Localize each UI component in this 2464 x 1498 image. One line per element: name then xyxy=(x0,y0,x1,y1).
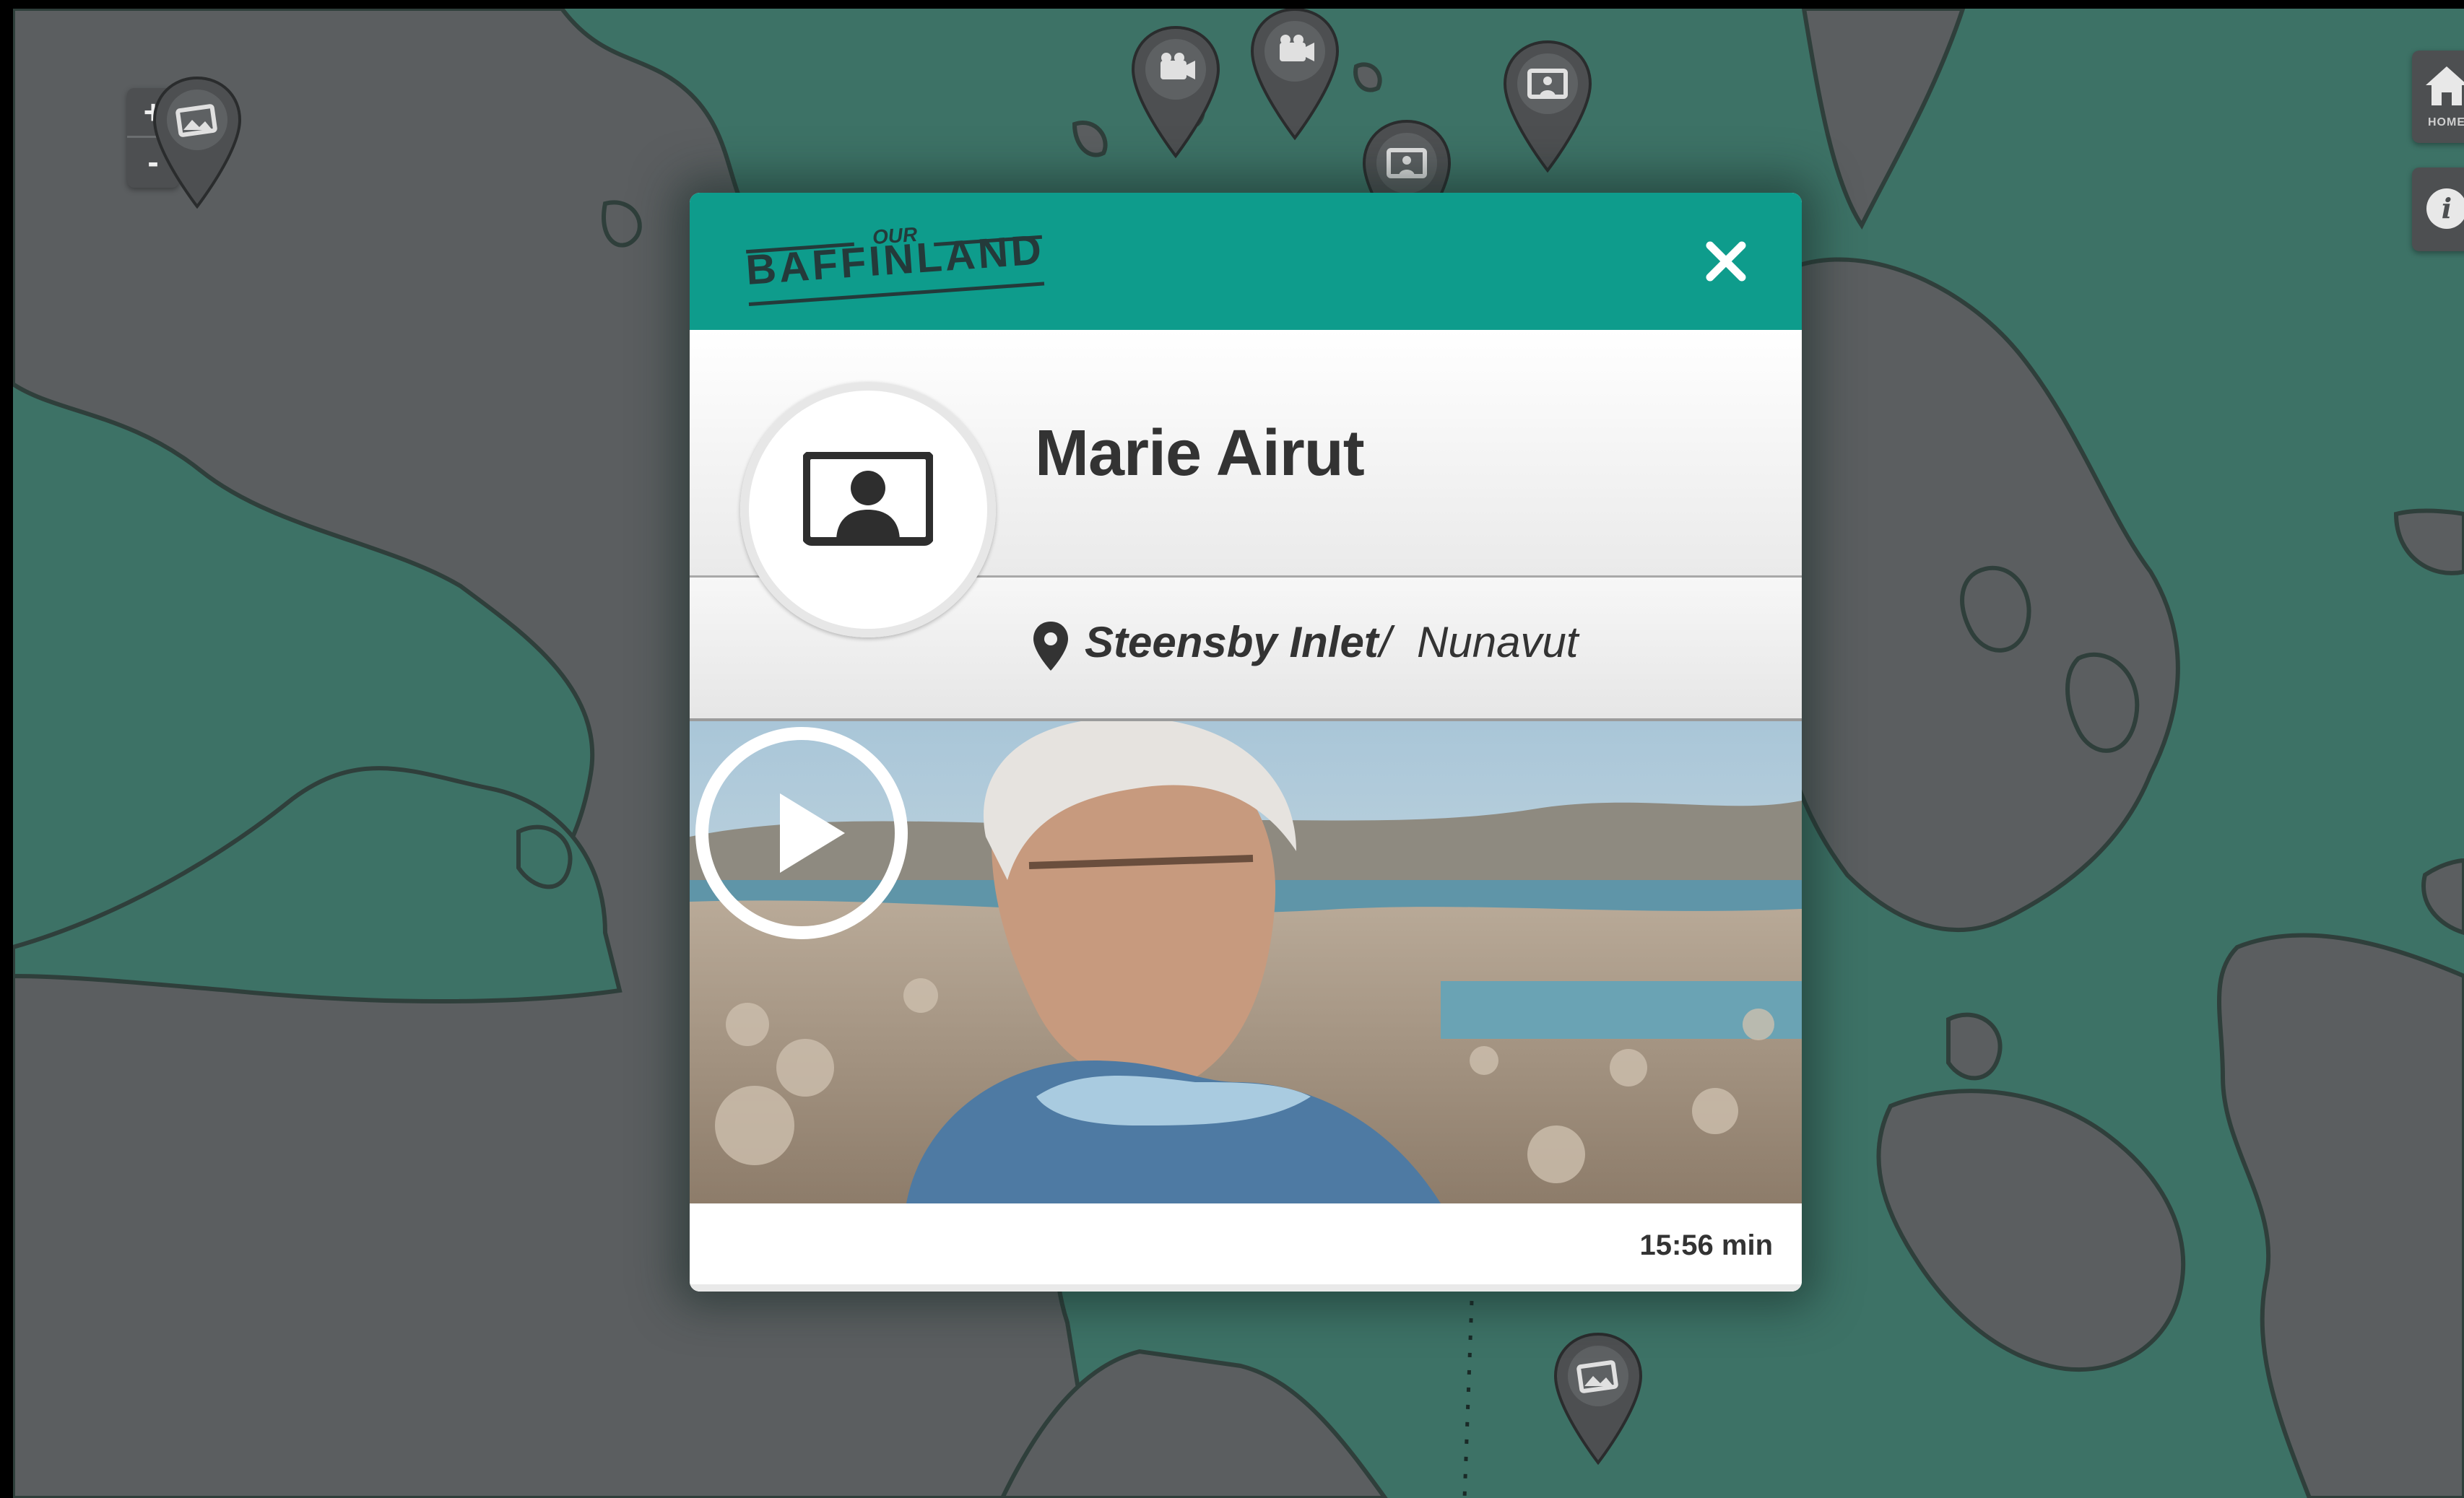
location-pin-icon xyxy=(1033,622,1068,671)
play-icon[interactable] xyxy=(690,721,914,945)
camera-icon xyxy=(1131,25,1220,159)
brand-logo: OUR BAFFINLAND xyxy=(745,223,1049,311)
video-footer: 15:56 min xyxy=(690,1203,1802,1292)
map-pin[interactable] xyxy=(1129,23,1223,160)
location-region[interactable]: Nunavut xyxy=(1417,617,1578,667)
map-pin[interactable] xyxy=(1551,1330,1645,1467)
photo-icon xyxy=(152,76,242,209)
home-button[interactable]: HOME xyxy=(2412,51,2464,143)
location-place[interactable]: Steensby Inlet xyxy=(1085,617,1379,667)
video-player[interactable] xyxy=(690,721,1802,1203)
home-label: HOME xyxy=(2428,116,2464,129)
story-modal: OUR BAFFINLAND Marie Airut Steensby Inle… xyxy=(690,193,1802,1292)
portrait-icon xyxy=(803,452,933,546)
modal-header: OUR BAFFINLAND xyxy=(690,193,1802,330)
photo-icon xyxy=(1553,1332,1643,1466)
info-icon: i xyxy=(2426,188,2464,229)
home-icon xyxy=(2426,66,2464,105)
map-pin[interactable] xyxy=(1248,9,1342,142)
close-icon xyxy=(1706,241,1746,282)
media-type-badge xyxy=(740,382,996,637)
camera-icon xyxy=(1250,9,1340,141)
video-duration: 15:56 min xyxy=(1639,1229,1773,1261)
svg-text:i: i xyxy=(2442,192,2452,225)
location-separator: / xyxy=(1379,618,1392,666)
person-name: Marie Airut xyxy=(1035,417,1365,489)
portrait-icon xyxy=(1503,40,1592,173)
close-button[interactable] xyxy=(1697,232,1755,290)
info-button[interactable]: i xyxy=(2412,167,2464,251)
map-pin[interactable] xyxy=(150,74,244,211)
map-pin[interactable] xyxy=(1501,38,1595,175)
